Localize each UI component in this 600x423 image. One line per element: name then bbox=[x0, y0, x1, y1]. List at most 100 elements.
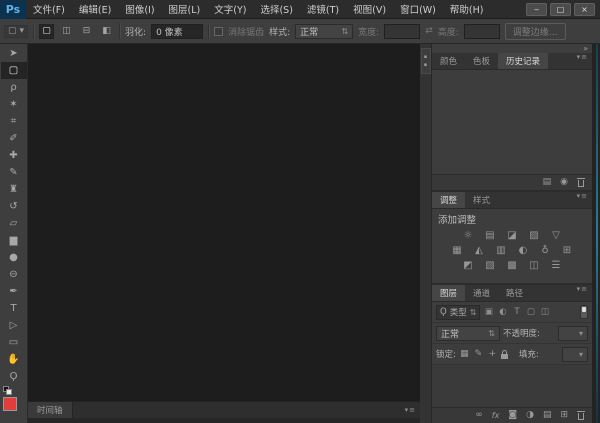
gradient-map-icon[interactable]: ◫ bbox=[527, 259, 542, 272]
levels-icon[interactable]: ▤ bbox=[483, 229, 498, 242]
tab-adjustments[interactable]: 调整 bbox=[432, 192, 466, 208]
healing-brush-tool[interactable]: ✚ bbox=[1, 147, 27, 164]
posterize-icon[interactable]: ▧ bbox=[483, 259, 498, 272]
rectangular-marquee-tool[interactable]: ▢ bbox=[0, 62, 27, 79]
menu-help[interactable]: 帮助(H) bbox=[443, 2, 491, 16]
panel-menu-icon[interactable]: ▾≡ bbox=[577, 53, 592, 69]
dodge-tool[interactable]: ⊖ bbox=[1, 266, 27, 283]
fill-dropdown[interactable]: ▾ bbox=[562, 346, 588, 362]
layer-style-icon[interactable]: fx bbox=[492, 411, 500, 420]
zoom-tool[interactable]: Ϙ bbox=[1, 368, 27, 385]
close-button[interactable]: × bbox=[574, 2, 595, 16]
width-input[interactable] bbox=[384, 23, 421, 39]
tab-paths[interactable]: 路径 bbox=[498, 285, 531, 301]
history-brush-tool[interactable]: ↺ bbox=[1, 198, 27, 215]
panel-menu-icon[interactable]: ▾≡ bbox=[577, 192, 592, 208]
channel-mixer-icon[interactable]: ♁ bbox=[538, 244, 553, 257]
add-layer-mask-icon[interactable]: ◙ bbox=[508, 411, 517, 420]
new-snapshot-icon[interactable]: ◉ bbox=[560, 178, 568, 187]
filter-shape-layers-icon[interactable]: ▢ bbox=[525, 307, 536, 317]
quick-selection-tool[interactable]: ✶ bbox=[1, 96, 27, 113]
height-input[interactable] bbox=[463, 23, 500, 39]
minimize-button[interactable]: ‒ bbox=[526, 2, 547, 16]
timeline-menu-icon[interactable]: ▾≡ bbox=[405, 406, 420, 414]
tab-styles[interactable]: 样式 bbox=[465, 192, 498, 208]
new-adjustment-layer-icon[interactable]: ◑ bbox=[526, 411, 534, 420]
layer-filter-dropdown[interactable]: Ϙ 类型 ⇅ bbox=[436, 304, 481, 320]
feather-input[interactable]: 0 像素 bbox=[151, 23, 204, 39]
panel-menu-icon[interactable]: ▾≡ bbox=[577, 285, 592, 301]
black-white-icon[interactable]: ▥ bbox=[494, 244, 509, 257]
menu-file[interactable]: 文件(F) bbox=[26, 2, 72, 16]
new-layer-icon[interactable]: ⊞ bbox=[560, 411, 568, 420]
tab-swatches[interactable]: 色板 bbox=[465, 53, 498, 69]
hand-tool[interactable]: ✋ bbox=[1, 351, 27, 368]
menu-type[interactable]: 文字(Y) bbox=[207, 2, 253, 16]
delete-layer-icon[interactable] bbox=[577, 411, 585, 420]
blur-tool[interactable]: ● bbox=[1, 249, 27, 266]
crop-tool[interactable]: ⌗ bbox=[1, 113, 27, 130]
tool-preset-picker[interactable]: ▢ ▾ bbox=[4, 24, 29, 38]
link-layers-icon[interactable]: ∞ bbox=[475, 411, 483, 420]
photo-filter-icon[interactable]: ◐ bbox=[516, 244, 531, 257]
lock-all-icon[interactable] bbox=[500, 349, 508, 359]
new-document-from-state-icon[interactable]: ▤ bbox=[543, 178, 552, 187]
vibrance-icon[interactable]: ▽ bbox=[549, 229, 564, 242]
menu-layer[interactable]: 图层(L) bbox=[162, 2, 208, 16]
default-colors-icon[interactable] bbox=[2, 386, 13, 395]
menu-view[interactable]: 视图(V) bbox=[346, 2, 393, 16]
menu-image[interactable]: 图像(I) bbox=[118, 2, 161, 16]
maximize-button[interactable]: □ bbox=[550, 2, 571, 16]
new-selection-button[interactable]: ▢ bbox=[39, 23, 55, 39]
opacity-dropdown[interactable]: ▾ bbox=[558, 325, 588, 341]
filter-adjustment-layers-icon[interactable]: ◐ bbox=[497, 307, 508, 317]
delete-state-icon[interactable] bbox=[577, 178, 585, 188]
lasso-tool[interactable]: ρ bbox=[1, 79, 27, 96]
brightness-contrast-icon[interactable]: ☼ bbox=[461, 229, 476, 242]
menu-window[interactable]: 窗口(W) bbox=[393, 2, 443, 16]
swap-dimensions-icon[interactable]: ⇄ bbox=[425, 26, 433, 36]
gradient-tool[interactable]: ▆ bbox=[1, 232, 27, 249]
lock-pixels-icon[interactable]: ✎ bbox=[473, 349, 484, 359]
style-dropdown[interactable]: 正常 ⇅ bbox=[295, 23, 354, 39]
new-group-icon[interactable]: ▤ bbox=[543, 411, 552, 420]
color-lookup-icon[interactable]: ⊞ bbox=[560, 244, 575, 257]
filter-type-layers-icon[interactable]: T bbox=[511, 307, 522, 317]
lock-transparency-icon[interactable]: ▦ bbox=[459, 349, 470, 359]
refine-edge-button[interactable]: 调整边缘… bbox=[504, 22, 566, 40]
clone-stamp-tool[interactable]: ♜ bbox=[1, 181, 27, 198]
type-tool[interactable]: T bbox=[1, 300, 27, 317]
pen-tool[interactable]: ✒ bbox=[1, 283, 27, 300]
filter-pixel-layers-icon[interactable]: ▣ bbox=[483, 307, 494, 317]
hue-saturation-icon[interactable]: ▦ bbox=[450, 244, 465, 257]
tab-history[interactable]: 历史记录 bbox=[498, 53, 549, 69]
eyedropper-tool[interactable]: ✐ bbox=[1, 130, 27, 147]
curves-icon[interactable]: ◪ bbox=[505, 229, 520, 242]
eraser-tool[interactable]: ▱ bbox=[1, 215, 27, 232]
filter-smart-objects-icon[interactable]: ◫ bbox=[539, 307, 550, 317]
blend-mode-dropdown[interactable]: 正常 ⇅ bbox=[436, 325, 500, 341]
path-selection-tool[interactable]: ▷ bbox=[1, 317, 27, 334]
foreground-color-swatch[interactable] bbox=[2, 397, 17, 411]
tab-timeline[interactable]: 时间轴 bbox=[28, 402, 73, 418]
threshold-icon[interactable]: ▩ bbox=[505, 259, 520, 272]
collapsed-panel-tab[interactable]: ▪ ▪ bbox=[420, 48, 431, 74]
menu-select[interactable]: 选择(S) bbox=[253, 2, 299, 16]
lock-position-icon[interactable]: + bbox=[487, 349, 498, 359]
collapse-dock-button[interactable]: » bbox=[583, 44, 588, 53]
intersect-selection-button[interactable]: ◧ bbox=[99, 24, 114, 39]
menu-filter[interactable]: 滤镜(T) bbox=[300, 2, 346, 16]
add-to-selection-button[interactable]: ◫ bbox=[59, 24, 74, 39]
menu-edit[interactable]: 编辑(E) bbox=[72, 2, 118, 16]
antialias-checkbox[interactable] bbox=[214, 26, 224, 36]
tab-color[interactable]: 颜色 bbox=[432, 53, 465, 69]
subtract-from-selection-button[interactable]: ⊟ bbox=[79, 24, 94, 39]
exposure-icon[interactable]: ▨ bbox=[527, 229, 542, 242]
brush-tool[interactable]: ✎ bbox=[1, 164, 27, 181]
tab-layers[interactable]: 图层 bbox=[432, 285, 466, 301]
shape-tool[interactable]: ▭ bbox=[1, 334, 27, 351]
layer-filtering-toggle[interactable] bbox=[580, 305, 588, 319]
move-tool[interactable]: ➤ bbox=[1, 45, 27, 62]
invert-icon[interactable]: ◩ bbox=[461, 259, 476, 272]
selective-color-icon[interactable]: ☰ bbox=[549, 259, 564, 272]
